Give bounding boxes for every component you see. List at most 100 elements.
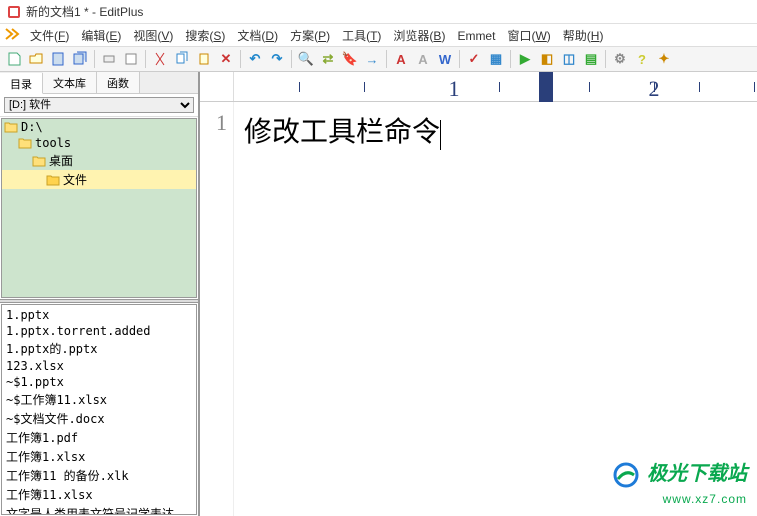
spell-check-button[interactable]: ✓ — [464, 49, 484, 69]
ruler-track: 12 — [234, 72, 757, 101]
drive-select[interactable]: [D:] 软件 — [4, 97, 194, 113]
toolbar-separator — [386, 50, 387, 68]
side-panel-button[interactable]: ◫ — [559, 49, 579, 69]
word-wrap-button[interactable]: W — [435, 49, 455, 69]
file-item[interactable]: ~$1.pptx — [4, 374, 194, 390]
toolbar-separator — [145, 50, 146, 68]
menu-E[interactable]: 编辑(E) — [75, 27, 127, 45]
plugin-button[interactable]: ✦ — [654, 49, 674, 69]
save-all-button[interactable] — [70, 49, 90, 69]
watermark-name: 极光下载站 — [647, 463, 747, 485]
copy-button[interactable] — [172, 49, 192, 69]
directory-tree[interactable]: D:\tools桌面文件 — [1, 118, 197, 298]
tree-label: 文件 — [63, 171, 87, 188]
file-item[interactable]: 工作簿11 的备份.xlk — [4, 466, 194, 485]
menu-B[interactable]: 浏览器(B) — [387, 27, 451, 45]
menu-W[interactable]: 窗口(W) — [501, 27, 556, 45]
main-area: 目录文本库函数 [D:] 软件 D:\tools桌面文件 1.pptx1.ppt… — [0, 72, 757, 516]
toolbar: ✕↶↷🔍⇄🔖→AAW✓▦▶◧◫▤⚙?✦ — [0, 46, 757, 72]
sidebar-splitter[interactable] — [0, 299, 198, 303]
file-item[interactable]: 工作簿11.xlsx — [4, 485, 194, 504]
print-button[interactable] — [99, 49, 119, 69]
ruler[interactable]: 12 — [200, 72, 757, 102]
ruler-tick — [654, 82, 655, 92]
toolbar-separator — [94, 50, 95, 68]
ruler-tick — [364, 82, 365, 92]
menu-Emmet[interactable]: Emmet — [451, 27, 501, 45]
find-button[interactable]: 🔍 — [296, 49, 316, 69]
help-button[interactable]: ? — [632, 49, 652, 69]
settings-button[interactable]: ⚙ — [610, 49, 630, 69]
menu-S[interactable]: 搜索(S) — [179, 27, 231, 45]
watermark: 极光下载站 www.xz7.com — [612, 457, 747, 506]
tree-node[interactable]: 文件 — [2, 170, 196, 189]
output-panel-button[interactable]: ▤ — [581, 49, 601, 69]
sidebar-tab-函数[interactable]: 函数 — [97, 72, 140, 93]
bookmark-button[interactable]: 🔖 — [340, 49, 360, 69]
file-item[interactable]: 1.pptx — [4, 307, 194, 323]
print-preview-button[interactable] — [121, 49, 141, 69]
edit-area[interactable]: ▸1 修改工具栏命令 — [200, 102, 757, 516]
toolbar-separator — [240, 50, 241, 68]
ruler-tick — [699, 82, 700, 92]
tree-node[interactable]: tools — [2, 135, 196, 151]
save-button[interactable] — [48, 49, 68, 69]
ruler-gutter — [200, 72, 234, 101]
folder-icon — [4, 121, 18, 133]
paste-button[interactable] — [194, 49, 214, 69]
file-list[interactable]: 1.pptx1.pptx.torrent.added1.pptx的.pptx12… — [1, 304, 197, 515]
menu-H[interactable]: 帮助(H) — [557, 27, 610, 45]
window-title: 新的文档1 * - EditPlus — [26, 3, 143, 20]
file-item[interactable]: 123.xlsx — [4, 358, 194, 374]
line-gutter: ▸1 — [200, 102, 234, 516]
folder-icon — [46, 174, 60, 186]
ruler-tick — [499, 82, 500, 92]
column-select-button[interactable]: ▦ — [486, 49, 506, 69]
titlebar: 新的文档1 * - EditPlus — [0, 0, 757, 24]
tree-node[interactable]: 桌面 — [2, 151, 196, 170]
cut-button[interactable] — [150, 49, 170, 69]
redo-button[interactable]: ↷ — [267, 49, 287, 69]
tree-node[interactable]: D:\ — [2, 119, 196, 135]
editor-text: 修改工具栏命令 — [244, 117, 440, 148]
file-item[interactable]: 文字是人类用表文符号记学表达 — [4, 504, 194, 515]
ruler-tick — [299, 82, 300, 92]
menu-P[interactable]: 方案(P) — [284, 27, 336, 45]
menu-D[interactable]: 文档(D) — [231, 27, 284, 45]
editor-pane: 12 ▸1 修改工具栏命令 极光下载站 www.xz7.com — [200, 72, 757, 516]
goto-button[interactable]: → — [362, 49, 382, 69]
ruler-marker[interactable] — [539, 72, 553, 102]
find-replace-button[interactable]: ⇄ — [318, 49, 338, 69]
menubar: 文件(F)编辑(E)视图(V)搜索(S)文档(D)方案(P)工具(T)浏览器(B… — [0, 24, 757, 46]
text-caret — [440, 120, 441, 150]
menu-T[interactable]: 工具(T) — [336, 27, 387, 45]
menu-app-icon[interactable] — [4, 26, 20, 45]
file-item[interactable]: 工作簿1.xlsx — [4, 447, 194, 466]
file-item[interactable]: ~$文档文件.docx — [4, 409, 194, 428]
font-decrease-button[interactable]: A — [413, 49, 433, 69]
sidebar-tabs: 目录文本库函数 — [0, 72, 198, 94]
folder-icon — [18, 137, 32, 149]
browser-toggle-button[interactable]: ◧ — [537, 49, 557, 69]
sidebar-tab-目录[interactable]: 目录 — [0, 73, 43, 94]
toolbar-separator — [510, 50, 511, 68]
menu-F[interactable]: 文件(F) — [24, 27, 75, 45]
folder-icon — [32, 155, 46, 167]
browser-preview-button[interactable]: ▶ — [515, 49, 535, 69]
file-item[interactable]: ~$工作簿11.xlsx — [4, 390, 194, 409]
tree-label: D:\ — [21, 120, 43, 134]
file-item[interactable]: 工作簿1.pdf — [4, 428, 194, 447]
editor-content[interactable]: 修改工具栏命令 — [234, 102, 757, 516]
file-item[interactable]: 1.pptx的.pptx — [4, 339, 194, 358]
watermark-logo-icon — [612, 461, 640, 492]
sidebar-tab-文本库[interactable]: 文本库 — [43, 72, 97, 93]
font-increase-button[interactable]: A — [391, 49, 411, 69]
file-item[interactable]: 1.pptx.torrent.added — [4, 323, 194, 339]
undo-button[interactable]: ↶ — [245, 49, 265, 69]
menu-V[interactable]: 视图(V) — [127, 27, 179, 45]
ruler-tick — [454, 82, 455, 92]
ruler-tick — [754, 82, 755, 92]
open-file-button[interactable] — [26, 49, 46, 69]
delete-button[interactable]: ✕ — [216, 49, 236, 69]
new-file-button[interactable] — [4, 49, 24, 69]
